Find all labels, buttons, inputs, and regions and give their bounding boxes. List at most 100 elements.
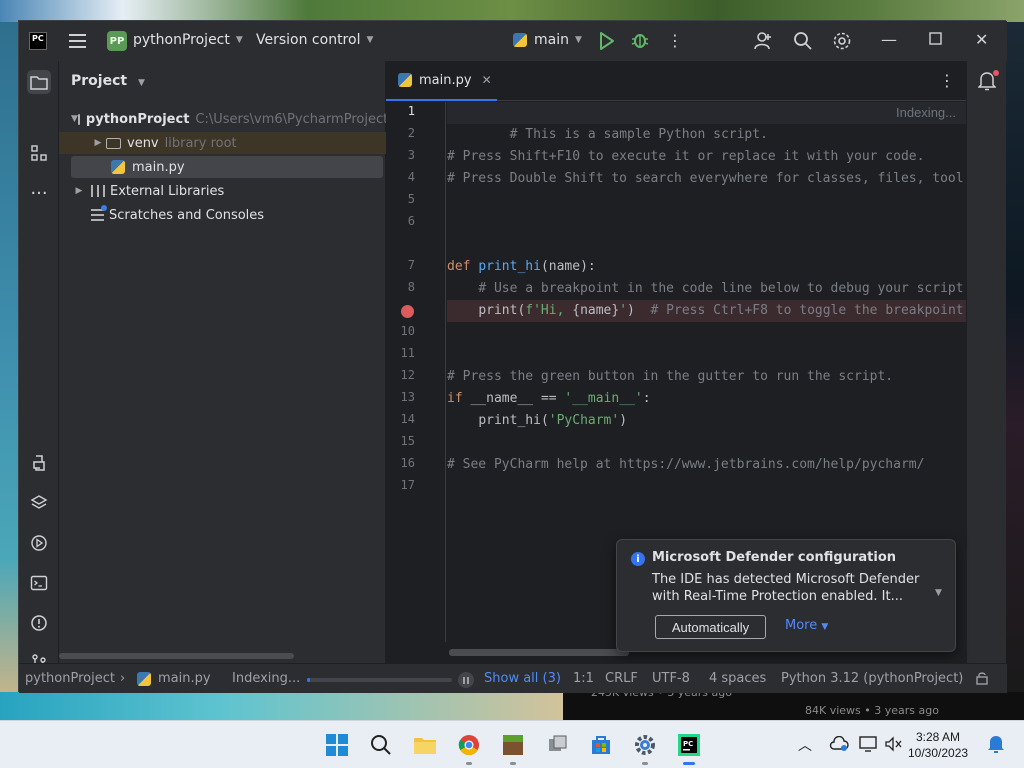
breadcrumb-file-label: main.py	[158, 671, 211, 686]
structure-tool-button[interactable]	[27, 141, 51, 165]
automatically-button[interactable]: Automatically	[655, 615, 766, 639]
line-ending[interactable]: CRLF	[605, 671, 638, 686]
svg-text:PC: PC	[683, 740, 693, 748]
python-file-icon	[137, 671, 151, 686]
project-panel-scrollbar[interactable]	[59, 653, 294, 659]
code-text: )	[619, 413, 628, 428]
line-number: 16	[400, 456, 415, 470]
active-indicator	[683, 762, 695, 765]
layers-tool-button[interactable]	[27, 491, 51, 515]
cloud-sync-icon[interactable]	[829, 735, 849, 756]
code-string: 'PyCharm'	[548, 413, 620, 428]
tree-item-label: Scratches and Consoles	[109, 207, 265, 223]
lock-icon[interactable]	[975, 671, 989, 689]
folder-icon	[30, 75, 48, 90]
more-tools-icon[interactable]: ···	[27, 181, 51, 205]
close-tab-icon[interactable]: ✕	[482, 73, 492, 87]
run-config-selector[interactable]: main ▼	[513, 32, 582, 48]
file-encoding[interactable]: UTF-8	[652, 671, 690, 686]
virtualbox-icon[interactable]	[545, 733, 569, 757]
microsoft-store-icon[interactable]	[589, 733, 613, 757]
chevron-right-icon[interactable]: ▶	[71, 186, 87, 196]
breadcrumb-project[interactable]: pythonProject	[25, 671, 115, 686]
search-icon[interactable]	[369, 733, 393, 757]
breakpoint-marker[interactable]	[401, 305, 414, 318]
windows-start-icon[interactable]	[325, 733, 349, 757]
add-user-icon[interactable]	[753, 31, 773, 51]
code-line: if __name__ == '__main__':	[447, 388, 966, 410]
line-number: 17	[400, 478, 415, 492]
services-tool-button[interactable]	[27, 531, 51, 555]
python-interpreter[interactable]: Python 3.12 (pythonProject)	[781, 671, 963, 686]
expand-notification-icon[interactable]: ▼	[935, 588, 942, 598]
project-badge[interactable]: PP	[107, 31, 127, 51]
display-icon[interactable]	[859, 736, 877, 756]
run-button[interactable]	[599, 31, 617, 51]
tree-item-venv[interactable]: ▶ venv library root	[59, 132, 386, 154]
tree-item-pythonproject[interactable]: ▼ pythonProject C:\Users\vm6\PycharmProj…	[59, 108, 386, 130]
desktop-wallpaper-left	[0, 22, 18, 692]
breadcrumb-file[interactable]: main.py	[137, 671, 211, 686]
more-actions-icon[interactable]: ⋮	[667, 31, 683, 50]
tree-item-scratches[interactable]: Scratches and Consoles	[59, 204, 386, 226]
speaker-muted-icon[interactable]	[885, 736, 903, 756]
show-hidden-icons-chevron-icon[interactable]: ︿	[798, 735, 812, 755]
debug-button[interactable]	[631, 31, 649, 49]
line-number: 4	[407, 170, 415, 184]
pause-indexing-button[interactable]	[458, 672, 474, 688]
problems-tool-button[interactable]	[27, 611, 51, 635]
tree-item-detail: library root	[164, 135, 237, 151]
tree-item-label: main.py	[132, 159, 185, 175]
code-comment: # Press the green button in the gutter t…	[447, 369, 894, 384]
title-bar: PC PP pythonProject ▼ Version control ▼ …	[19, 21, 1007, 61]
project-tool-button[interactable]	[27, 70, 51, 94]
code-comment: # Press Double Shift to search everywher…	[447, 171, 964, 186]
code-fstring-sub: {name}	[572, 303, 620, 318]
maximize-button[interactable]	[929, 32, 942, 45]
file-explorer-icon[interactable]	[413, 733, 437, 757]
run-config-label: main	[534, 32, 569, 48]
windows-taskbar: PC ︿ 3:28 AM 10/30/2023	[0, 720, 1024, 768]
project-panel-header[interactable]: Project ▼	[71, 73, 145, 89]
chevron-right-icon[interactable]: ▶	[90, 138, 106, 148]
code-text: :	[642, 391, 651, 406]
terminal-tool-button[interactable]	[27, 571, 51, 595]
folder-icon	[106, 137, 121, 149]
code-line: print_hi('PyCharm')	[447, 410, 966, 432]
tab-main-py[interactable]: main.py ✕	[386, 61, 497, 101]
system-clock[interactable]: 3:28 AM 10/30/2023	[908, 729, 968, 761]
chrome-icon[interactable]	[457, 733, 481, 757]
close-window-button[interactable]: ✕	[975, 30, 988, 49]
tab-label: main.py	[419, 72, 472, 88]
python-packages-button[interactable]	[27, 451, 51, 475]
version-control-menu[interactable]: Version control ▼	[256, 32, 373, 48]
indexing-status[interactable]: Indexing...	[232, 671, 300, 686]
notification-center-bell-icon[interactable]	[987, 734, 1005, 758]
tree-item-main-py[interactable]: main.py	[71, 156, 383, 178]
tab-options-icon[interactable]: ⋮	[939, 71, 955, 90]
more-link[interactable]: More ▼	[785, 618, 828, 633]
tree-item-label: pythonProject	[85, 111, 190, 127]
main-menu-icon[interactable]	[67, 31, 87, 51]
pycharm-window: PC PP pythonProject ▼ Version control ▼ …	[18, 20, 1007, 693]
editor-horizontal-scrollbar[interactable]	[449, 649, 629, 656]
settings-gear-icon[interactable]	[633, 733, 657, 757]
line-number: 10	[400, 324, 415, 338]
minimize-button[interactable]: —	[881, 30, 897, 49]
project-selector[interactable]: pythonProject ▼	[133, 32, 243, 48]
search-icon[interactable]	[793, 31, 813, 51]
pycharm-logo-icon: PC	[29, 32, 47, 50]
code-line-breakpoint: print(f'Hi, {name}') # Press Ctrl+F8 to …	[447, 300, 966, 322]
indent-setting[interactable]: 4 spaces	[709, 671, 766, 686]
line-number-gutter[interactable]: 1 2 3 4 5 6 7 8 10 11 12 13 14 15 16 17	[386, 102, 446, 642]
pycharm-taskbar-icon[interactable]: PC	[677, 733, 701, 757]
minecraft-icon[interactable]	[501, 733, 525, 757]
gear-icon[interactable]	[832, 31, 852, 51]
code-keyword: def	[447, 259, 471, 274]
background-window-edge	[1006, 22, 1024, 692]
chevron-down-icon[interactable]: ▼	[71, 114, 78, 124]
caret-position[interactable]: 1:1	[573, 671, 594, 686]
maximize-icon	[929, 32, 942, 45]
show-all-link[interactable]: Show all (3)	[484, 671, 561, 686]
tree-item-external-libraries[interactable]: ▶ External Libraries	[59, 180, 386, 202]
